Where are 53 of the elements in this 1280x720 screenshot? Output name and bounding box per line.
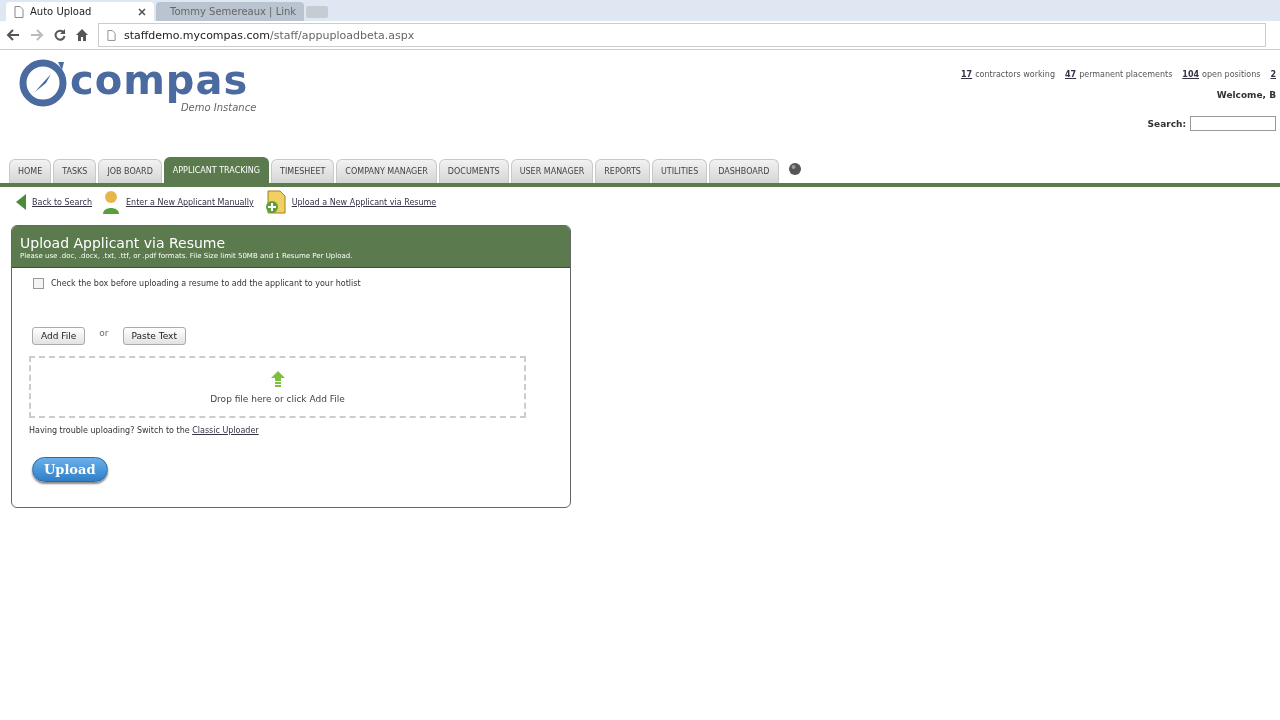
address-bar[interactable]: staffdemo.mycompas.com/staff/appuploadbeta.aspx: [98, 23, 1266, 47]
nav-tab[interactable]: TIMESHEET: [271, 159, 335, 183]
stat-label: open positions: [1202, 70, 1261, 79]
stat-label: permanent placements: [1079, 70, 1173, 79]
reload-icon[interactable]: [54, 29, 66, 41]
nav-tab[interactable]: DASHBOARD: [709, 159, 779, 183]
back-arrow-icon: [16, 194, 26, 210]
classic-uploader-link[interactable]: Classic Uploader: [192, 426, 259, 435]
logo-text: compas: [70, 58, 249, 102]
page-icon: [14, 5, 24, 18]
trouble-text: Having trouble uploading? Switch to the: [29, 426, 190, 435]
page-icon: [107, 29, 116, 41]
nav-tab[interactable]: JOB BOARD: [98, 159, 162, 183]
stat-count-link[interactable]: 104: [1182, 70, 1200, 79]
nav-tab[interactable]: APPLICANT TRACKING: [163, 157, 270, 183]
action-link[interactable]: Enter a New Applicant Manually: [126, 197, 254, 207]
nav-tab[interactable]: USER MANAGER: [510, 159, 594, 183]
action-link[interactable]: Back to Search: [32, 197, 93, 207]
search-label: Search:: [1147, 118, 1186, 129]
stat-count-link[interactable]: 47: [1065, 70, 1077, 79]
stat-label: contractors working: [975, 70, 1055, 79]
checkbox-label: Check the box before uploading a resume to add the applicant to your hotlist: [51, 279, 361, 288]
or-text: or: [99, 328, 109, 338]
nav-tab[interactable]: DOCUMENTS: [438, 159, 509, 183]
hotlist-checkbox[interactable]: [33, 278, 44, 289]
tab-title: Auto Upload: [30, 6, 93, 17]
panel-title: Upload Applicant via Resume: [20, 234, 227, 252]
add-file-button[interactable]: Add File: [32, 327, 86, 345]
nav-tab[interactable]: UTILITIES: [651, 159, 708, 183]
drop-text: Drop file here or click Add File: [210, 393, 345, 404]
welcome-text: Welcome, B: [1216, 90, 1276, 100]
compass-icon: [18, 58, 68, 108]
nav-tab[interactable]: REPORTS: [595, 159, 650, 183]
tab-title: Tommy Semereaux | Link: [170, 6, 297, 17]
paste-text-button[interactable]: Paste Text: [122, 327, 186, 345]
globe-icon[interactable]: [788, 163, 801, 175]
action-link[interactable]: Upload a New Applicant via Resume: [291, 197, 437, 207]
nav-tab[interactable]: TASKS: [53, 159, 97, 183]
stat-count-link[interactable]: 2: [1270, 70, 1276, 79]
stat-count-link[interactable]: 17: [961, 70, 973, 79]
back-icon[interactable]: [6, 29, 20, 41]
drop-zone[interactable]: Drop file here or click Add File: [29, 356, 526, 418]
logo-subtitle: Demo Instance: [180, 102, 257, 113]
home-icon[interactable]: [76, 29, 88, 41]
url-text: staffdemo.mycompas.com/staff/appuploadbeta.aspx: [124, 28, 415, 42]
browser-tab[interactable]: Auto Upload: [6, 2, 154, 21]
upload-arrow-icon: [270, 370, 285, 387]
search-field[interactable]: [1190, 116, 1276, 131]
person-icon: [102, 190, 121, 214]
nav-tab[interactable]: HOME: [9, 159, 52, 183]
close-icon[interactable]: [138, 7, 146, 16]
document-add-icon: [263, 190, 286, 214]
nav-tab[interactable]: COMPANY MANAGER: [336, 159, 437, 183]
